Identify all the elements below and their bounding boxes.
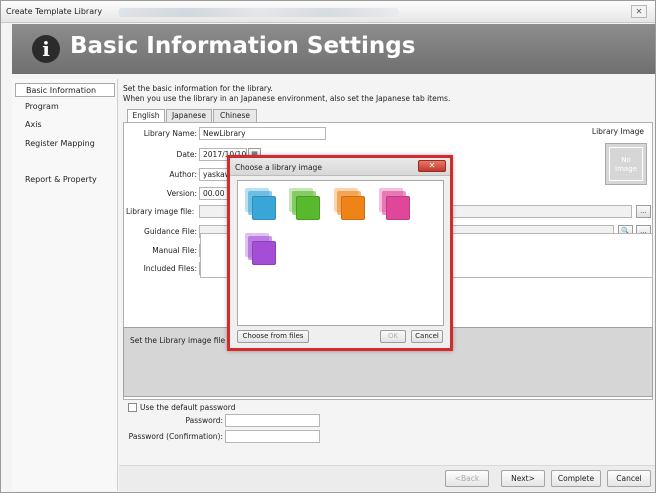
no-image-placeholder: No Image xyxy=(609,147,643,181)
date-label: Date: xyxy=(176,150,197,159)
page-header: i Basic Information Settings xyxy=(12,24,655,74)
tab-japanese[interactable]: Japanese xyxy=(166,109,212,122)
tab-chinese[interactable]: Chinese xyxy=(213,109,257,122)
manual-file-label: Manual File: xyxy=(152,246,197,255)
sidebar-item-report-property[interactable]: Report & Property xyxy=(15,173,115,187)
use-default-password-label: Use the default password xyxy=(140,403,236,412)
password-label: Password: xyxy=(185,416,223,425)
dialog-cancel-button[interactable]: Cancel xyxy=(411,330,443,343)
green-library-icon[interactable] xyxy=(289,188,321,222)
page-title: Basic Information Settings xyxy=(70,33,416,59)
library-image-file-browse-button[interactable]: ... xyxy=(636,205,651,218)
description-line-2: When you use the library in an Japanese … xyxy=(123,94,451,103)
sidebar: Basic Information Program Axis Register … xyxy=(12,79,118,491)
included-files-label: Included Files: xyxy=(143,264,197,273)
orange-library-icon[interactable] xyxy=(334,188,366,222)
dialog-title-bar: Choose a library image ✕ xyxy=(230,158,450,176)
create-template-library-window: Create Template Library ✕ i Basic Inform… xyxy=(0,0,656,493)
cancel-button[interactable]: Cancel xyxy=(607,470,651,487)
complete-button[interactable]: Complete xyxy=(551,470,601,487)
library-image-file-label: Library image file: xyxy=(126,207,195,216)
password-input[interactable] xyxy=(225,414,320,427)
choose-library-image-dialog: Choose a library image ✕ Choose from fil… xyxy=(227,155,453,351)
use-default-password-checkbox[interactable] xyxy=(128,403,137,412)
library-name-label: Library Name: xyxy=(143,129,197,138)
tab-english[interactable]: English xyxy=(127,109,165,123)
window-title: Create Template Library xyxy=(6,7,103,16)
library-name-input[interactable]: NewLibrary xyxy=(199,127,326,140)
sidebar-item-basic-information[interactable]: Basic Information xyxy=(15,83,115,97)
info-icon: i xyxy=(32,35,60,63)
back-button[interactable]: <Back xyxy=(445,470,489,487)
title-bar-decoration xyxy=(119,8,399,17)
password-confirmation-label: Password (Confirmation): xyxy=(128,432,223,441)
library-image-preview[interactable]: No Image xyxy=(605,143,647,185)
sidebar-item-program[interactable]: Program xyxy=(15,100,115,114)
purple-library-icon[interactable] xyxy=(245,233,277,267)
author-label: Author: xyxy=(169,170,197,179)
help-text: Set the Library image file xyxy=(130,336,226,345)
dialog-close-button[interactable]: ✕ xyxy=(418,160,446,172)
version-label: Version: xyxy=(166,189,197,198)
pink-library-icon[interactable] xyxy=(379,188,411,222)
library-image-label: Library Image xyxy=(591,127,644,136)
wizard-footer: <Back Next> Complete Cancel xyxy=(119,465,655,491)
choose-from-files-button[interactable]: Choose from files xyxy=(237,330,309,343)
dialog-ok-button[interactable]: OK xyxy=(380,330,406,343)
password-confirmation-input[interactable] xyxy=(225,430,320,443)
sidebar-item-register-mapping[interactable]: Register Mapping xyxy=(15,137,115,151)
window-close-button[interactable]: ✕ xyxy=(631,5,647,18)
guidance-file-label: Guidance File: xyxy=(144,227,197,236)
title-bar: Create Template Library ✕ xyxy=(1,1,655,23)
sidebar-item-axis[interactable]: Axis xyxy=(15,118,115,132)
next-button[interactable]: Next> xyxy=(501,470,545,487)
description-line-1: Set the basic information for the librar… xyxy=(123,84,273,93)
library-image-list xyxy=(237,180,444,326)
dialog-title: Choose a library image xyxy=(235,163,322,172)
blue-library-icon[interactable] xyxy=(245,188,277,222)
